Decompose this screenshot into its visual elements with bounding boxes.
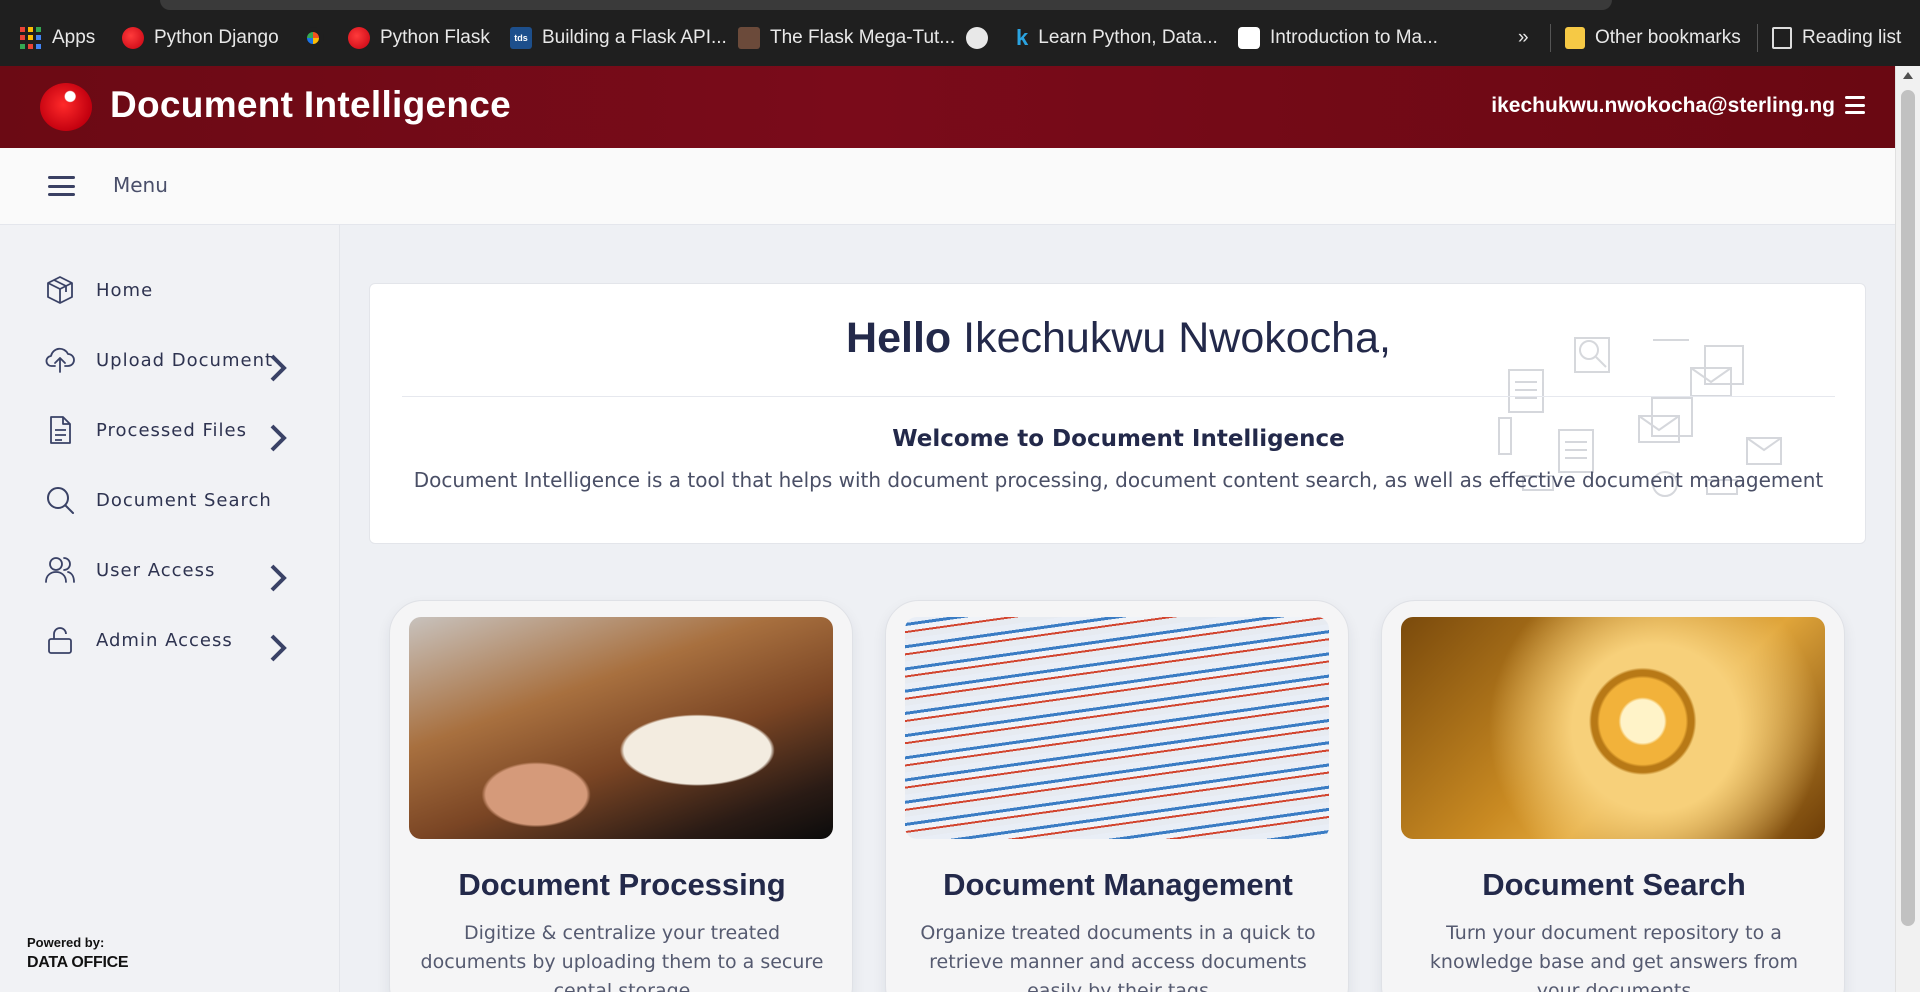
red-ball-icon: [122, 27, 144, 49]
welcome-title: Welcome to Document Intelligence: [892, 426, 1345, 452]
overflow-chevron-icon: »: [1518, 27, 1529, 48]
menu-bar: Menu: [0, 148, 1895, 225]
feature-card-document-search[interactable]: Document Search Turn your document repos…: [1381, 600, 1845, 992]
paper-stack-photo: [905, 617, 1329, 839]
sidebar-item-label: Upload Document: [96, 349, 274, 371]
bookmark-label: Apps: [52, 27, 96, 48]
k-logo-icon: k: [1016, 25, 1029, 50]
sidebar-item-home[interactable]: Home: [44, 270, 294, 310]
apps-grid-icon: [20, 27, 42, 49]
feature-title: Document Search: [1482, 867, 1746, 902]
app-title[interactable]: Document Intelligence: [110, 84, 511, 126]
bookmark-label: The Flask Mega-Tut...: [770, 27, 956, 48]
user-name: Ikechukwu Nwokocha,: [963, 314, 1391, 362]
red-ball-icon: [348, 27, 370, 49]
chevron-right-icon: [270, 354, 287, 382]
bookmark-python-django[interactable]: Python Django: [122, 24, 279, 52]
bookmark-label: Python Flask: [380, 27, 490, 48]
sidebar-item-upload-document[interactable]: Upload Document: [44, 340, 294, 382]
bookmark-other[interactable]: Other bookmarks: [1565, 24, 1741, 52]
sidebar-item-label: User Access: [96, 559, 216, 581]
sidebar-item-user-access[interactable]: User Access: [44, 550, 294, 592]
feature-description: Organize treated documents in a quick to…: [920, 922, 1316, 992]
feature-card-document-management[interactable]: Document Management Organize treated doc…: [885, 600, 1349, 992]
chevron-right-icon: [270, 564, 287, 592]
sidebar-item-processed-files[interactable]: Processed Files: [44, 410, 294, 452]
bookmark-globe[interactable]: [966, 24, 988, 52]
bookmarks-overflow-button[interactable]: »: [1518, 24, 1529, 52]
feature-title: Document Processing: [458, 867, 786, 902]
reading-list-icon: [1772, 27, 1792, 49]
feature-description: Digitize & centralize your treated docum…: [420, 922, 824, 992]
chevron-right-icon: [270, 424, 287, 452]
page-scrollbar[interactable]: [1895, 66, 1920, 992]
c-logo-icon: [302, 27, 324, 49]
feature-title: Document Management: [943, 867, 1293, 902]
bookmark-label: Learn Python, Data...: [1038, 27, 1218, 48]
file-text-icon: [50, 416, 71, 444]
powered-by-label: Powered by:: [27, 935, 105, 950]
unlock-icon: [48, 627, 72, 654]
welcome-description: Document Intelligence is a tool that hel…: [413, 468, 1824, 492]
greeting-heading: Hello Ikechukwu Nwokocha,: [370, 314, 1865, 363]
bookmark-c-logo[interactable]: [302, 24, 324, 52]
brand-logo-icon[interactable]: [40, 83, 92, 131]
address-bar-edge[interactable]: [160, 0, 1612, 10]
hamburger-menu-icon[interactable]: [48, 176, 75, 196]
powered-by-org: DATA OFFICE: [27, 954, 129, 971]
bookmark-label: Building a Flask API...: [542, 27, 727, 48]
reading-list-button[interactable]: Reading list: [1772, 24, 1901, 52]
magnifying-glass-photo: [1401, 617, 1825, 839]
bookmark-label: Other bookmarks: [1595, 27, 1741, 48]
sidebar: Home Upload Document Processed Files Doc…: [0, 225, 340, 992]
bookmarks-divider: [1550, 24, 1551, 52]
app-header: Document Intelligence ikechukwu.nwokocha…: [0, 66, 1895, 148]
cube-icon: [47, 276, 73, 304]
search-icon: [47, 487, 74, 514]
sidebar-item-label: Processed Files: [96, 419, 248, 441]
feature-card-document-processing[interactable]: Document Processing Digitize & centraliz…: [389, 600, 853, 992]
greeting-word: Hello: [846, 314, 952, 362]
cloud-upload-icon: [45, 347, 75, 373]
profile-photo-icon: [738, 27, 760, 49]
bookmark-introduction[interactable]: Introduction to Ma...: [1238, 24, 1438, 52]
feature-description: Turn your document repository to a knowl…: [1429, 922, 1799, 992]
bookmark-flask-mega-tutorial[interactable]: The Flask Mega-Tut...: [738, 24, 955, 52]
scrollbar-thumb[interactable]: [1901, 90, 1915, 926]
folder-icon: [1565, 27, 1585, 49]
bookmarks-divider: [1757, 24, 1758, 52]
divider: [402, 396, 1835, 397]
bookmark-learn-python[interactable]: k Learn Python, Data...: [1016, 24, 1218, 52]
chevron-right-icon: [270, 634, 287, 662]
bookmark-label: Python Django: [154, 27, 279, 48]
laptop-notebook-photo: [409, 617, 833, 839]
google-cloud-icon: [1238, 27, 1260, 49]
sidebar-item-label: Home: [96, 279, 154, 301]
bookmark-apps[interactable]: Apps: [20, 24, 95, 52]
bookmark-label: Introduction to Ma...: [1270, 27, 1438, 48]
sidebar-item-document-search[interactable]: Document Search: [44, 480, 294, 520]
globe-icon: [966, 27, 988, 49]
sidebar-item-label: Admin Access: [96, 629, 233, 651]
user-menu-icon[interactable]: [1845, 96, 1865, 114]
welcome-card: Hello Ikechukwu Nwokocha, Welcome to Doc…: [369, 283, 1866, 544]
users-icon: [45, 557, 75, 583]
menu-label[interactable]: Menu: [113, 173, 168, 197]
bookmark-python-flask[interactable]: Python Flask: [348, 24, 490, 52]
bookmark-building-flask-api[interactable]: tds Building a Flask API...: [510, 24, 727, 52]
tds-icon: tds: [510, 27, 532, 49]
bookmarks-bar: Apps Python Django Python Flask tds Buil…: [0, 0, 1920, 66]
powered-by: Powered by: DATA OFFICE: [27, 935, 129, 972]
sidebar-item-label: Document Search: [96, 489, 272, 511]
sidebar-item-admin-access[interactable]: Admin Access: [44, 620, 294, 662]
user-email[interactable]: ikechukwu.nwokocha@sterling.ng: [1491, 94, 1835, 118]
scroll-up-arrow-icon[interactable]: [1903, 72, 1913, 79]
bookmark-label: Reading list: [1802, 27, 1902, 48]
